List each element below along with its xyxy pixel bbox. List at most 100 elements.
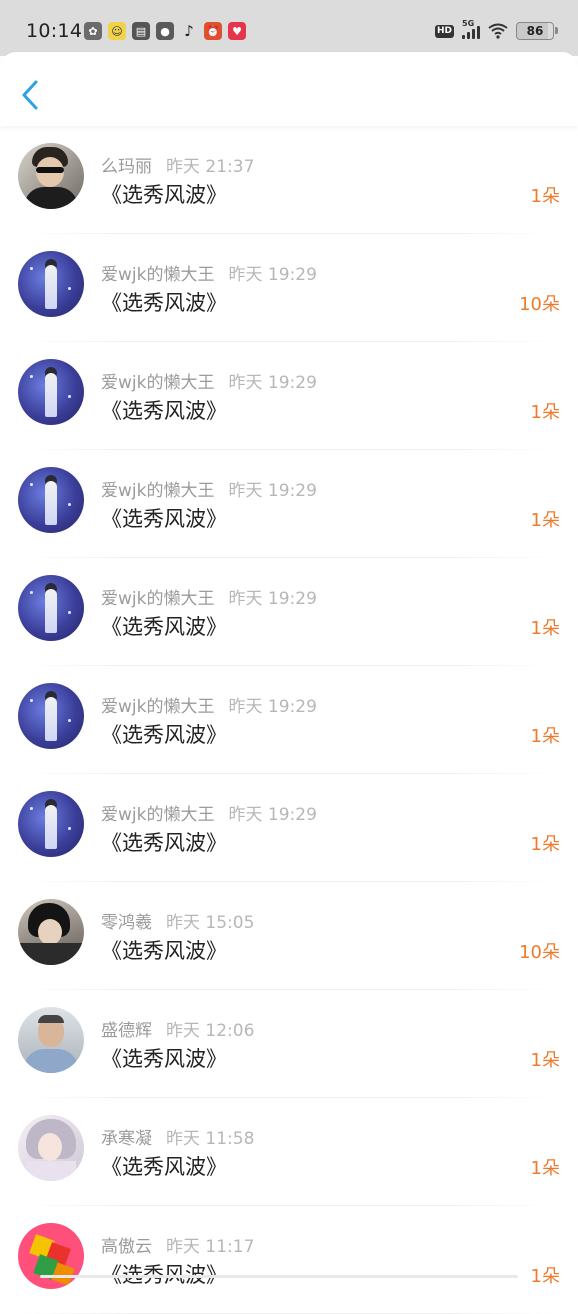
face-app-icon: ☺ xyxy=(108,22,126,40)
list-item[interactable]: 么玛丽 昨天 21:37 《选秀风波》 1朵 xyxy=(0,126,578,234)
avatar[interactable] xyxy=(18,899,84,965)
avatar[interactable] xyxy=(18,683,84,749)
avatar-part xyxy=(45,481,57,525)
work-title: 《选秀风波》 xyxy=(101,831,227,855)
flower-count: 1朵 xyxy=(530,1050,560,1071)
timestamp: 昨天 19:29 xyxy=(228,481,317,501)
list-item[interactable]: 承寒凝 昨天 11:58 《选秀风波》 1朵 xyxy=(0,1098,578,1206)
avatar-part xyxy=(24,187,78,209)
wifi-icon xyxy=(488,23,508,39)
avatar-part xyxy=(38,1133,62,1161)
wechat-icon: ● xyxy=(156,22,174,40)
timestamp: 昨天 19:29 xyxy=(228,589,317,609)
hd-badge: HD xyxy=(434,24,454,38)
avatar-part xyxy=(68,287,71,290)
avatar-part xyxy=(45,697,57,741)
flower-count: 1朵 xyxy=(530,618,560,639)
timestamp: 昨天 21:37 xyxy=(166,157,255,177)
alarm-app-icon: ⏰ xyxy=(204,22,222,40)
signal-bar xyxy=(472,29,475,39)
avatar-part xyxy=(38,1015,64,1023)
avatar[interactable] xyxy=(18,251,84,317)
flower-count: 1朵 xyxy=(530,726,560,747)
user-name-line: 盛德辉 昨天 12:06 xyxy=(101,1016,254,1041)
list-item[interactable]: 爱wjk的懒大王 昨天 19:29 《选秀风波》 1朵 xyxy=(0,774,578,882)
list-item[interactable]: 爱wjk的懒大王 昨天 19:29 《选秀风波》 1朵 xyxy=(0,342,578,450)
signal-bar xyxy=(477,26,480,39)
page-header xyxy=(0,52,578,126)
user-name-line: 爱wjk的懒大王 昨天 19:29 xyxy=(101,584,317,609)
user-name-line: 么玛丽 昨天 21:37 xyxy=(101,152,254,177)
list-item[interactable]: 爱wjk的懒大王 昨天 19:29 《选秀风波》 1朵 xyxy=(0,666,578,774)
signal-bar xyxy=(467,32,470,39)
user-name-line: 爱wjk的懒大王 昨天 19:29 xyxy=(101,368,317,393)
avatar-part xyxy=(30,483,33,486)
avatar-part xyxy=(68,503,71,506)
work-title: 《选秀风波》 xyxy=(101,507,227,531)
avatar-part xyxy=(30,807,33,810)
list-item[interactable]: 爱wjk的懒大王 昨天 19:29 《选秀风波》 1朵 xyxy=(0,450,578,558)
avatar-part xyxy=(45,805,57,849)
work-title: 《选秀风波》 xyxy=(101,723,227,747)
avatar-part xyxy=(30,375,33,378)
avatar[interactable] xyxy=(18,1007,84,1073)
avatar-part xyxy=(68,827,71,830)
avatar-part xyxy=(30,699,33,702)
tiktok-icon: ♪ xyxy=(184,21,194,40)
timestamp: 昨天 11:17 xyxy=(166,1237,255,1257)
work-title: 《选秀风波》 xyxy=(101,1263,227,1287)
signal-icon: 5G xyxy=(462,19,480,39)
work-title: 《选秀风波》 xyxy=(101,399,227,423)
avatar-part xyxy=(38,919,62,945)
flower-count: 1朵 xyxy=(530,510,560,531)
flower-count: 10朵 xyxy=(519,942,560,963)
timestamp: 昨天 19:29 xyxy=(228,373,317,393)
avatar-part xyxy=(45,265,57,309)
work-title: 《选秀风波》 xyxy=(101,183,227,207)
timestamp: 昨天 11:58 xyxy=(166,1129,255,1149)
avatar[interactable] xyxy=(18,575,84,641)
calendar-icon: ▤ xyxy=(132,22,150,40)
avatar-part xyxy=(68,611,71,614)
user-name[interactable]: 爱wjk的懒大王 xyxy=(101,265,214,285)
list-item[interactable]: 零鸿羲 昨天 15:05 《选秀风波》 10朵 xyxy=(0,882,578,990)
user-name[interactable]: 高傲云 xyxy=(101,1237,152,1257)
avatar[interactable] xyxy=(18,791,84,857)
avatar-part xyxy=(68,719,71,722)
avatar[interactable] xyxy=(18,1115,84,1181)
flower-count: 1朵 xyxy=(530,834,560,855)
avatar-part xyxy=(26,1161,76,1181)
user-name[interactable]: 零鸿羲 xyxy=(101,913,152,933)
flower-count: 1朵 xyxy=(530,186,560,207)
list-item[interactable]: 盛德辉 昨天 12:06 《选秀风波》 1朵 xyxy=(0,990,578,1098)
avatar[interactable] xyxy=(18,467,84,533)
list-item[interactable]: 高傲云 昨天 11:17 《选秀风波》 1朵 xyxy=(0,1206,578,1314)
avatar[interactable] xyxy=(18,1223,84,1289)
avatar-part xyxy=(18,943,84,965)
avatar-part xyxy=(68,395,71,398)
work-title: 《选秀风波》 xyxy=(101,1047,227,1071)
user-name[interactable]: 么玛丽 xyxy=(101,157,152,177)
work-title: 《选秀风波》 xyxy=(101,1155,227,1179)
user-name[interactable]: 爱wjk的懒大王 xyxy=(101,697,214,717)
scroll-indicator xyxy=(40,1275,518,1278)
timestamp: 昨天 15:05 xyxy=(166,913,255,933)
user-name[interactable]: 盛德辉 xyxy=(101,1021,152,1041)
user-name[interactable]: 爱wjk的懒大王 xyxy=(101,805,214,825)
user-name-line: 爱wjk的懒大王 昨天 19:29 xyxy=(101,476,317,501)
work-title: 《选秀风波》 xyxy=(101,291,227,315)
chevron-left-icon[interactable] xyxy=(18,80,44,110)
user-name[interactable]: 爱wjk的懒大王 xyxy=(101,373,214,393)
timestamp: 昨天 12:06 xyxy=(166,1021,255,1041)
list-item[interactable]: 爱wjk的懒大王 昨天 19:29 《选秀风波》 10朵 xyxy=(0,234,578,342)
paw-icon: ✿ xyxy=(84,22,102,40)
avatar-part xyxy=(36,167,64,173)
user-name[interactable]: 承寒凝 xyxy=(101,1129,152,1149)
battery-level: 86 xyxy=(526,24,544,38)
user-name[interactable]: 爱wjk的懒大王 xyxy=(101,481,214,501)
user-name[interactable]: 爱wjk的懒大王 xyxy=(101,589,214,609)
avatar-part xyxy=(30,591,33,594)
avatar[interactable] xyxy=(18,143,84,209)
list-item[interactable]: 爱wjk的懒大王 昨天 19:29 《选秀风波》 1朵 xyxy=(0,558,578,666)
avatar[interactable] xyxy=(18,359,84,425)
